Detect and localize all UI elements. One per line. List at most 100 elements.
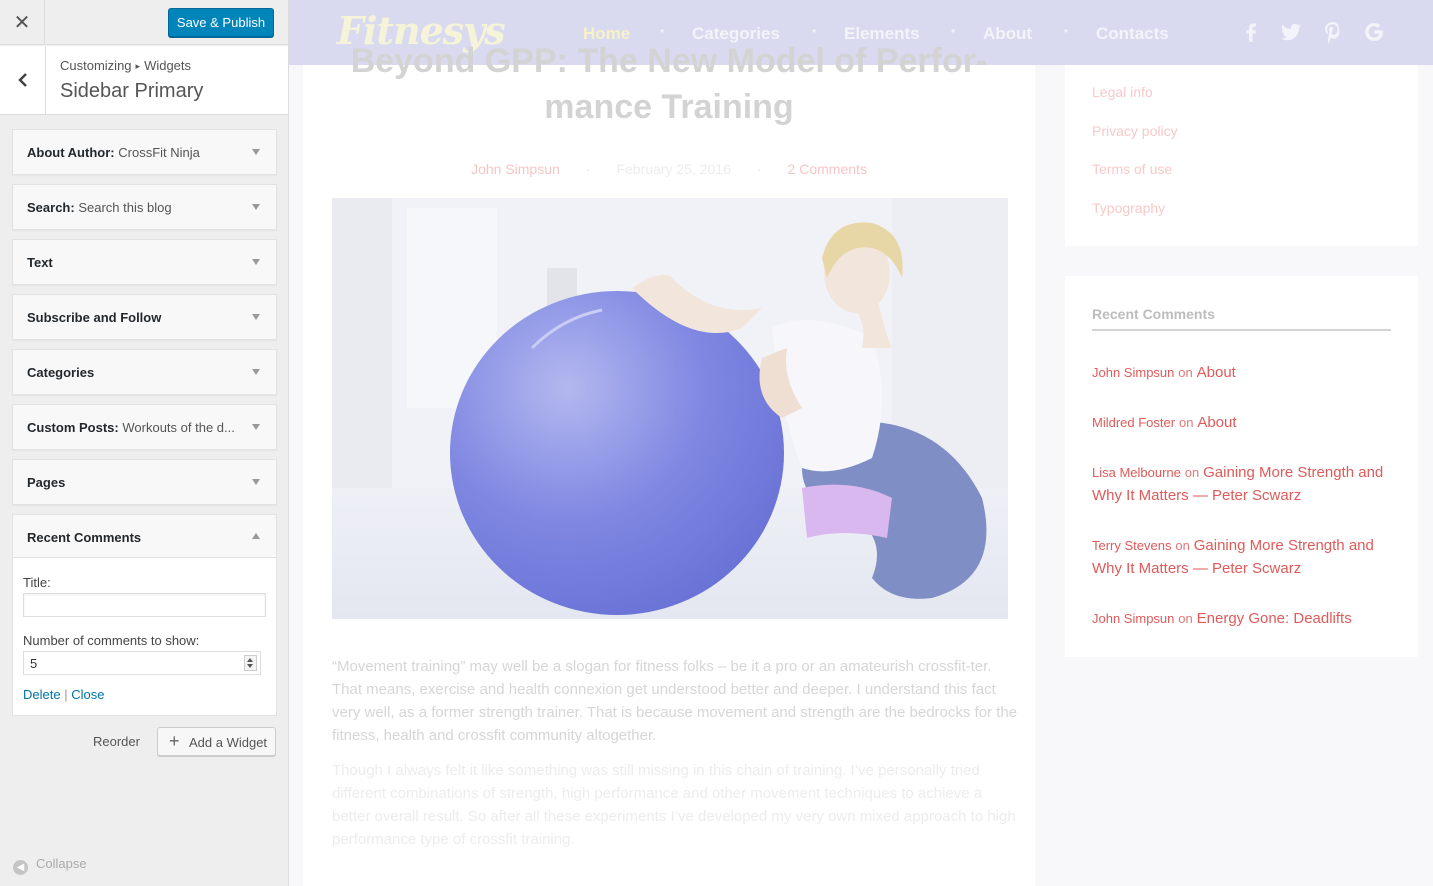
widget-name: Subscribe and Follow [27, 310, 162, 325]
comment-post-link[interactable]: Energy Gone: Deadlifts [1197, 610, 1352, 627]
pinterest-icon[interactable] [1321, 20, 1345, 44]
comment-on: on [1178, 611, 1193, 626]
close-icon[interactable]: ✕ [0, 0, 45, 45]
customizer-header: ✕ Save & Publish [0, 0, 288, 45]
widget-recent-comments: Recent Comments Title: Number of comment… [12, 514, 277, 716]
widget-search[interactable]: Search: Search this blog [12, 184, 277, 230]
widget-text[interactable]: Text [12, 239, 277, 285]
twitter-icon[interactable] [1279, 20, 1303, 44]
customizer-panel: ✕ Save & Publish Customizing ▸ Widgets Sid… [0, 0, 289, 886]
post-paragraph: Though I always felt it like something w… [332, 762, 1016, 848]
add-widget-label: Add a Widget [189, 735, 268, 750]
comment-count-value: 5 [30, 656, 38, 671]
meta-separator: · [756, 161, 762, 177]
post-featured-image [332, 198, 1008, 619]
spinner-arrows-icon[interactable] [244, 655, 257, 671]
comment-author: John Simpsun [1092, 611, 1175, 626]
post-title[interactable]: Beyond GPP: The New Model of Perfor- man… [303, 38, 1035, 130]
collapse-arrow-icon: ◀ [13, 860, 28, 875]
post-body: “Movement training” may well be a slogan… [332, 655, 1022, 863]
heading-divider [1092, 329, 1391, 331]
widget-categories[interactable]: Categories [12, 349, 277, 395]
widget-subtitle: Search this blog [78, 200, 172, 215]
collapse-label: Collapse [36, 856, 87, 871]
sidebar-link-terms-of-use[interactable]: Terms of use [1092, 161, 1172, 177]
widget-name: About Author [27, 145, 111, 160]
widget-name: Text [27, 255, 53, 270]
nav-separator: • [812, 24, 817, 38]
action-separator: | [64, 687, 68, 702]
comment-count-stepper[interactable]: 5 [23, 651, 261, 675]
nav-separator: • [660, 24, 665, 38]
widget-name: Categories [27, 365, 95, 380]
expand-arrow-icon[interactable] [252, 369, 260, 375]
title-field-label: Title: [23, 575, 51, 590]
post-title-line2: mance Training [544, 88, 794, 126]
title-field[interactable] [23, 593, 266, 617]
sidebar-link-privacy-policy[interactable]: Privacy policy [1092, 123, 1178, 139]
recent-comment-item: John Simpsun on Energy Gone: Deadlifts [1092, 607, 1397, 630]
nav-separator: • [1064, 24, 1069, 38]
comment-author: Mildred Foster [1092, 415, 1176, 430]
collapse-button[interactable]: ◀ Collapse [13, 856, 87, 875]
recent-comments-heading: Recent Comments [1092, 306, 1215, 322]
widget-name: Search [27, 200, 71, 215]
post-comments-link[interactable]: 2 Comments [788, 161, 867, 177]
google-icon[interactable] [1362, 20, 1386, 44]
site-preview: Fitnesys Home • Categories • Elements • … [289, 0, 1433, 886]
nav-contacts[interactable]: Contacts [1096, 24, 1169, 44]
facebook-icon[interactable] [1239, 20, 1263, 44]
collapse-arrow-icon[interactable] [252, 533, 260, 539]
expand-arrow-icon[interactable] [252, 259, 260, 265]
post-title-line1: Beyond GPP: The New Model of Perfor- [350, 42, 988, 80]
comment-post-link[interactable]: About [1197, 364, 1236, 381]
nav-separator: • [951, 24, 956, 38]
widget-about-author[interactable]: About Author: CrossFit Ninja [12, 129, 277, 175]
recent-comment-item: Mildred Foster on About [1092, 411, 1397, 434]
comment-author: Terry Stevens [1092, 538, 1172, 553]
section-title: Sidebar Primary [60, 80, 204, 102]
post-paragraph: “Movement training” may well be a slogan… [332, 658, 1018, 744]
recent-comment-item: Lisa Melbourne on Gaining More Strength … [1092, 461, 1397, 507]
comment-on: on [1175, 538, 1190, 553]
widget-pages[interactable]: Pages [12, 459, 277, 505]
expand-arrow-icon[interactable] [252, 149, 260, 155]
reorder-link[interactable]: Reorder [93, 734, 140, 749]
expand-arrow-icon[interactable] [252, 424, 260, 430]
section-header: Customizing ▸ Widgets Sidebar Primary [0, 46, 288, 115]
comment-post-link[interactable]: About [1197, 414, 1236, 431]
close-link[interactable]: Close [71, 687, 104, 702]
recent-comment-item: Terry Stevens on Gaining More Strength a… [1092, 534, 1397, 580]
breadcrumb-separator-icon: ▸ [135, 61, 141, 71]
widget-subscribe-follow[interactable]: Subscribe and Follow [12, 294, 277, 340]
comment-on: on [1178, 415, 1194, 430]
meta-separator: · [585, 161, 591, 177]
expand-arrow-icon[interactable] [252, 479, 260, 485]
comment-on: on [1184, 465, 1200, 480]
widget-name: Recent Comments [27, 530, 142, 545]
breadcrumb-current: Widgets [144, 58, 192, 73]
post-content: Beyond GPP: The New Model of Perfor- man… [303, 42, 1035, 886]
post-author-link[interactable]: John Simpsun [471, 161, 560, 177]
recent-comment-item: John Simpsun on About [1092, 361, 1397, 384]
widget-actions: Delete | Close [23, 687, 104, 702]
sidebar-link-typography[interactable]: Typography [1092, 200, 1165, 216]
delete-link[interactable]: Delete [23, 687, 61, 702]
widget-custom-posts[interactable]: Custom Posts: Workouts of the d... [12, 404, 277, 450]
back-arrow-icon[interactable] [0, 46, 46, 114]
expand-arrow-icon[interactable] [252, 314, 260, 320]
widget-recent-comments-header[interactable]: Recent Comments [13, 515, 276, 558]
comment-on: on [1178, 365, 1193, 380]
comment-author: Lisa Melbourne [1092, 465, 1181, 480]
widget-subtitle: Workouts of the d... [122, 420, 235, 435]
plus-icon: + [169, 731, 180, 751]
save-publish-button[interactable]: Save & Publish [168, 8, 274, 37]
count-field-label: Number of comments to show: [23, 633, 200, 648]
sidebar-link-legal-info[interactable]: Legal info [1092, 84, 1153, 100]
widget-name: Custom Posts [27, 420, 115, 435]
post-date: February 25, 2016 [616, 161, 731, 177]
add-widget-button[interactable]: + Add a Widget [157, 727, 276, 756]
expand-arrow-icon[interactable] [252, 204, 260, 210]
sidebar-links-widget: Legal info Privacy policy Terms of use T… [1065, 65, 1418, 246]
breadcrumb-parent: Customizing [60, 58, 132, 73]
